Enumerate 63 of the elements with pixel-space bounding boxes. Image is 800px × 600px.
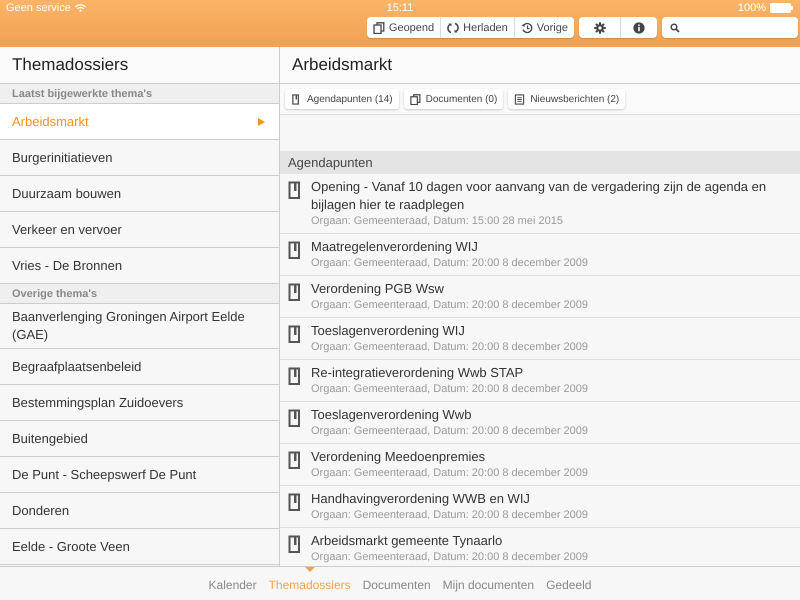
- search-icon: [670, 22, 680, 32]
- agenda-item-meta: Orgaan: Gemeenteraad, Datum: 15:00 28 mei 2015: [311, 214, 564, 228]
- sidebar-item[interactable]: Burgerinitiatieven: [0, 140, 279, 176]
- agenda-item-meta: Orgaan: Gemeenteraad, Datum: 20:00 8 december 2009: [311, 424, 588, 438]
- agenda-item-meta: Orgaan: Gemeenteraad, Datum: 20:00 8 december 2009: [311, 298, 588, 312]
- copy-icon: [410, 94, 421, 104]
- agenda-item-title[interactable]: Re-integratieverordening Wwb STAP: [311, 364, 588, 382]
- agenda-item-meta: Orgaan: Gemeenteraad, Datum: 20:00 8 december 2009: [311, 382, 588, 396]
- selected-arrow-icon: [258, 118, 265, 126]
- toolbar-button[interactable]: Herladen: [440, 17, 514, 38]
- wifi-icon: [74, 4, 86, 12]
- agenda-item-title[interactable]: Verordening Meedoenpremies: [311, 448, 588, 466]
- agenda-item-meta: Orgaan: Gemeenteraad, Datum: 20:00 8 december 2009: [311, 256, 588, 270]
- sidebar-item[interactable]: Donderen: [0, 493, 279, 529]
- filter-button[interactable]: Documenten (0): [404, 89, 504, 109]
- agenda-item-title[interactable]: Toeslagenverordening Wwb: [311, 406, 588, 424]
- settings-icon: [594, 22, 606, 34]
- sidebar-item[interactable]: De Punt - Scheepswerf De Punt: [0, 457, 279, 493]
- section-header: Overige thema's: [0, 284, 279, 304]
- agenda-icon: [288, 409, 302, 427]
- agenda-icon: [288, 325, 302, 343]
- selected-marker-icon: [304, 567, 315, 572]
- agenda-icon: [288, 283, 302, 301]
- news-icon: [514, 94, 526, 104]
- agenda-item-title[interactable]: Toeslagenverordening WIJ: [311, 322, 588, 340]
- agenda-item-meta: Orgaan: Gemeenteraad, Datum: 20:00 8 december 2009: [311, 508, 588, 522]
- agenda-icon: [288, 535, 302, 553]
- agenda-item-title[interactable]: Handhavingverordening WWB en WIJ: [311, 490, 588, 508]
- agenda-item-meta: Orgaan: Gemeenteraad, Datum: 20:00 8 december 2009: [311, 550, 588, 564]
- agenda-item-title[interactable]: Verordening PGB Wsw: [311, 280, 588, 298]
- agenda-icon: [288, 181, 302, 199]
- copy-icon: [372, 22, 385, 34]
- filter-button[interactable]: Agendapunten (14): [285, 89, 399, 109]
- toolbar-button[interactable]: Vorige: [514, 17, 574, 38]
- battery-text: 100%: [738, 2, 766, 14]
- sidebar-item[interactable]: Baanverlenging Groningen Airport Eelde (GAE): [0, 304, 279, 349]
- agenda-icon: [288, 241, 302, 259]
- section-header: Laatst bijgewerkte thema's: [0, 84, 279, 104]
- battery-icon: [770, 3, 794, 13]
- carrier-text: Geen service: [6, 2, 71, 14]
- agenda-icon: [288, 451, 302, 469]
- reload-icon: [447, 22, 460, 34]
- sidebar-item[interactable]: Verkeer en vervoer: [0, 212, 279, 248]
- agenda-icon: [288, 367, 302, 385]
- sidebar-item[interactable]: Duurzaam bouwen: [0, 176, 279, 212]
- agenda-item-title[interactable]: Opening - Vanaf 10 dagen voor aanvang van de vergadering zijn de agenda en bijlagen hier te raadplegen: [311, 178, 792, 214]
- history-icon: [520, 22, 533, 34]
- agenda-icon: [288, 493, 302, 511]
- agenda-icon: [291, 94, 302, 104]
- agenda-item-title[interactable]: Maatregelenverordening WIJ: [311, 238, 588, 256]
- sidebar-item[interactable]: Buitengebied: [0, 421, 279, 457]
- search-field[interactable]: [662, 17, 798, 38]
- filter-button[interactable]: Nieuwsberichten (2): [508, 89, 626, 109]
- toolbar-button[interactable]: Geopend: [366, 17, 440, 38]
- agenda-item-meta: Orgaan: Gemeenteraad, Datum: 20:00 8 december 2009: [311, 466, 588, 480]
- sidebar-item[interactable]: Eelde - Groote Veen: [0, 529, 279, 565]
- sidebar-item[interactable]: Begraafplaatsenbeleid: [0, 349, 279, 385]
- agenda-item-title[interactable]: Arbeidsmarkt gemeente Tynaarlo: [311, 532, 588, 550]
- clock-text: 15:11: [386, 2, 414, 14]
- sidebar-item[interactable]: Bestemmingsplan Zuidoevers: [0, 385, 279, 421]
- section-header: Agendapunten: [280, 151, 800, 174]
- info-icon: [633, 22, 645, 34]
- agenda-item-meta: Orgaan: Gemeenteraad, Datum: 20:00 8 december 2009: [311, 340, 588, 354]
